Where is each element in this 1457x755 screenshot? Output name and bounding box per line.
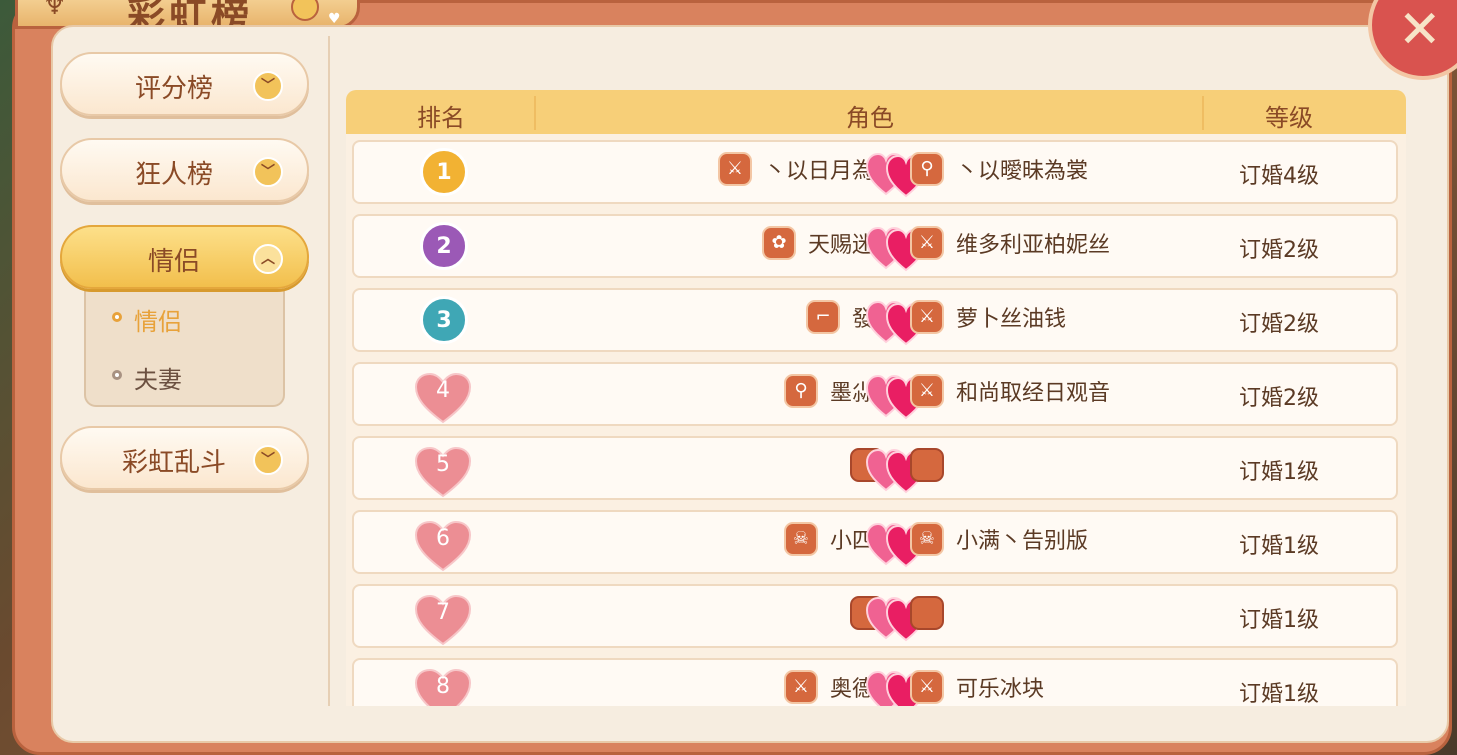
level-value: 订婚1级 [1239, 682, 1319, 706]
sword-icon: ⚔ [717, 152, 752, 186]
sword-icon: ⚔ [910, 670, 944, 704]
partner-right[interactable]: ⚲ 丶以曖昧為裳 [910, 152, 1088, 186]
table-row[interactable]: 5 订婚1级 [352, 436, 1398, 500]
level-value: 订婚2级 [1239, 238, 1319, 263]
player-name: 小满丶告别版 [956, 529, 1089, 554]
rank-number: 5 [436, 452, 450, 477]
player-name: 萝卜丝油钱 [956, 307, 1067, 332]
rank-heart-icon: 6 [414, 520, 472, 572]
couple-cell [634, 594, 1194, 642]
rank-cell: 3 [414, 296, 472, 348]
rank-number: 4 [436, 378, 450, 403]
sword-icon: ⚔ [783, 670, 818, 704]
rank-medal-icon: 3 [420, 296, 468, 344]
chevron-up-icon: ︿ [253, 244, 283, 274]
partner-right[interactable]: ⚔ 可乐冰块 [910, 670, 1044, 704]
table-row[interactable]: 3 ⌐ 發財 ⚔ 萝卜丝油钱 订婚2级 [352, 288, 1398, 352]
paw-icon: ✿ [761, 226, 796, 260]
chevron-down-icon: ﹀ [253, 445, 283, 475]
rank-cell: 2 [414, 222, 472, 274]
couple-cell: ☠ 小四叶 ☠ 小满丶告别版 [634, 520, 1194, 568]
submenu-label: 夫妻 [134, 366, 182, 394]
level-value: 订婚2级 [1239, 386, 1319, 411]
level-value: 订婚2级 [1239, 312, 1319, 337]
column-header-level: 等级 [1265, 104, 1313, 132]
partner-right[interactable]: ⚔ 萝卜丝油钱 [910, 300, 1066, 334]
level-value: 订婚4级 [1239, 164, 1319, 189]
sidebar-item-couple[interactable]: 情侣 ︿ [60, 225, 309, 289]
couple-cell: ✿ 天赐迷惘 ⚔ 维多利亚柏妮丝 [634, 224, 1194, 272]
rank-number: 6 [436, 526, 450, 551]
sidebar-item-crazy[interactable]: 狂人榜 ﹀ [60, 138, 309, 202]
sword-icon: ⚔ [910, 300, 944, 334]
couple-cell: ⌐ 發財 ⚔ 萝卜丝油钱 [634, 298, 1194, 346]
couple-submenu: 情侣 夫妻 [84, 290, 285, 407]
radio-dot-icon [112, 312, 122, 322]
level-value: 订婚1级 [1239, 534, 1319, 559]
rank-heart-icon: 5 [414, 446, 472, 498]
table-row[interactable]: 8 ⚔ 奥德彪 ⚔ 可乐冰块 订婚1级 [352, 658, 1398, 706]
ranking-table[interactable]: 1 ⚔ 丶以日月為剑 ⚲ 丶以曖昧為裳 订婚4级 2 ✿ 天赐迷惘 ⚔ 维多利亚… [346, 134, 1406, 706]
table-row[interactable]: 6 ☠ 小四叶 ☠ 小满丶告别版 订婚1级 [352, 510, 1398, 574]
chevron-down-icon: ﹀ [253, 71, 283, 101]
rank-cell: 4 [414, 370, 472, 424]
rank-heart-icon: 7 [414, 594, 472, 646]
sidebar-item-rainbow-brawl[interactable]: 彩虹乱斗 ﹀ [60, 426, 309, 490]
trophy-icon: ♆ [43, 0, 67, 21]
rank-cell: 8 [414, 666, 472, 706]
table-row[interactable]: 4 ⚲ 墨尛尛 ⚔ 和尚取经日观音 订婚2级 [352, 362, 1398, 426]
couple-cell [634, 446, 1194, 494]
submenu-item-couple[interactable]: 情侣 [112, 302, 182, 337]
column-header-rank: 排名 [417, 104, 465, 132]
player-name: 丶以曖昧為裳 [956, 159, 1089, 184]
rank-cell: 6 [414, 518, 472, 572]
submenu-label: 情侣 [134, 308, 182, 336]
player-name: 和尚取经日观音 [956, 381, 1111, 406]
rank-cell: 1 [414, 148, 472, 200]
rank-number: 2 [436, 234, 452, 259]
table-header: 排名 角色 等级 [346, 90, 1406, 134]
rank-heart-icon: 4 [414, 372, 472, 424]
sword-icon: ⚔ [910, 226, 944, 260]
player-name: 可乐冰块 [956, 677, 1045, 702]
partner-right[interactable]: ⚔ 维多利亚柏妮丝 [910, 226, 1110, 260]
mirror-icon: ⚲ [783, 374, 818, 408]
rank-number: 3 [436, 308, 452, 333]
rank-number: 7 [436, 600, 450, 625]
couple-cell: ⚲ 墨尛尛 ⚔ 和尚取经日观音 [634, 372, 1194, 420]
couple-cell: ⚔ 奥德彪 ⚔ 可乐冰块 [634, 668, 1194, 706]
rank-cell: 5 [414, 444, 472, 498]
table-row[interactable]: 1 ⚔ 丶以日月為剑 ⚲ 丶以曖昧為裳 订婚4级 [352, 140, 1398, 204]
radio-dot-icon [112, 370, 122, 380]
table-row[interactable]: 2 ✿ 天赐迷惘 ⚔ 维多利亚柏妮丝 订婚2级 [352, 214, 1398, 278]
level-value: 订婚1级 [1239, 608, 1319, 633]
table-row[interactable]: 7 订婚1级 [352, 584, 1398, 648]
rank-medal-icon: 2 [420, 222, 468, 270]
partner-right[interactable] [910, 596, 956, 630]
rank-medal-icon: 1 [420, 148, 468, 196]
mirror-icon: ⚲ [910, 152, 944, 186]
sidebar-item-score[interactable]: 评分榜 ﹀ [60, 52, 309, 116]
player-name: 维多利亚柏妮丝 [956, 233, 1111, 258]
chevron-down-icon: ﹀ [253, 157, 283, 187]
submenu-item-spouse[interactable]: 夫妻 [112, 360, 182, 395]
rank-number: 1 [436, 160, 452, 185]
sidebar-divider [328, 36, 330, 706]
column-header-role: 角色 [846, 104, 894, 132]
partner-right[interactable] [910, 448, 956, 482]
close-icon[interactable]: ✕ [1398, 4, 1442, 56]
rank-number: 8 [436, 674, 450, 699]
couple-cell: ⚔ 丶以日月為剑 ⚲ 丶以曖昧為裳 [634, 150, 1194, 198]
rank-heart-icon: 8 [414, 668, 472, 706]
level-value: 订婚1级 [1239, 460, 1319, 485]
skull-icon: ☠ [910, 522, 944, 556]
partner-right[interactable]: ⚔ 和尚取经日观音 [910, 374, 1110, 408]
rank-cell: 7 [414, 592, 472, 646]
skull-icon: ☠ [783, 522, 818, 556]
class-placeholder-icon [910, 596, 944, 630]
class-placeholder-icon [910, 448, 944, 482]
gun-icon: ⌐ [805, 300, 840, 334]
sword-icon: ⚔ [910, 374, 944, 408]
partner-right[interactable]: ☠ 小满丶告别版 [910, 522, 1088, 556]
